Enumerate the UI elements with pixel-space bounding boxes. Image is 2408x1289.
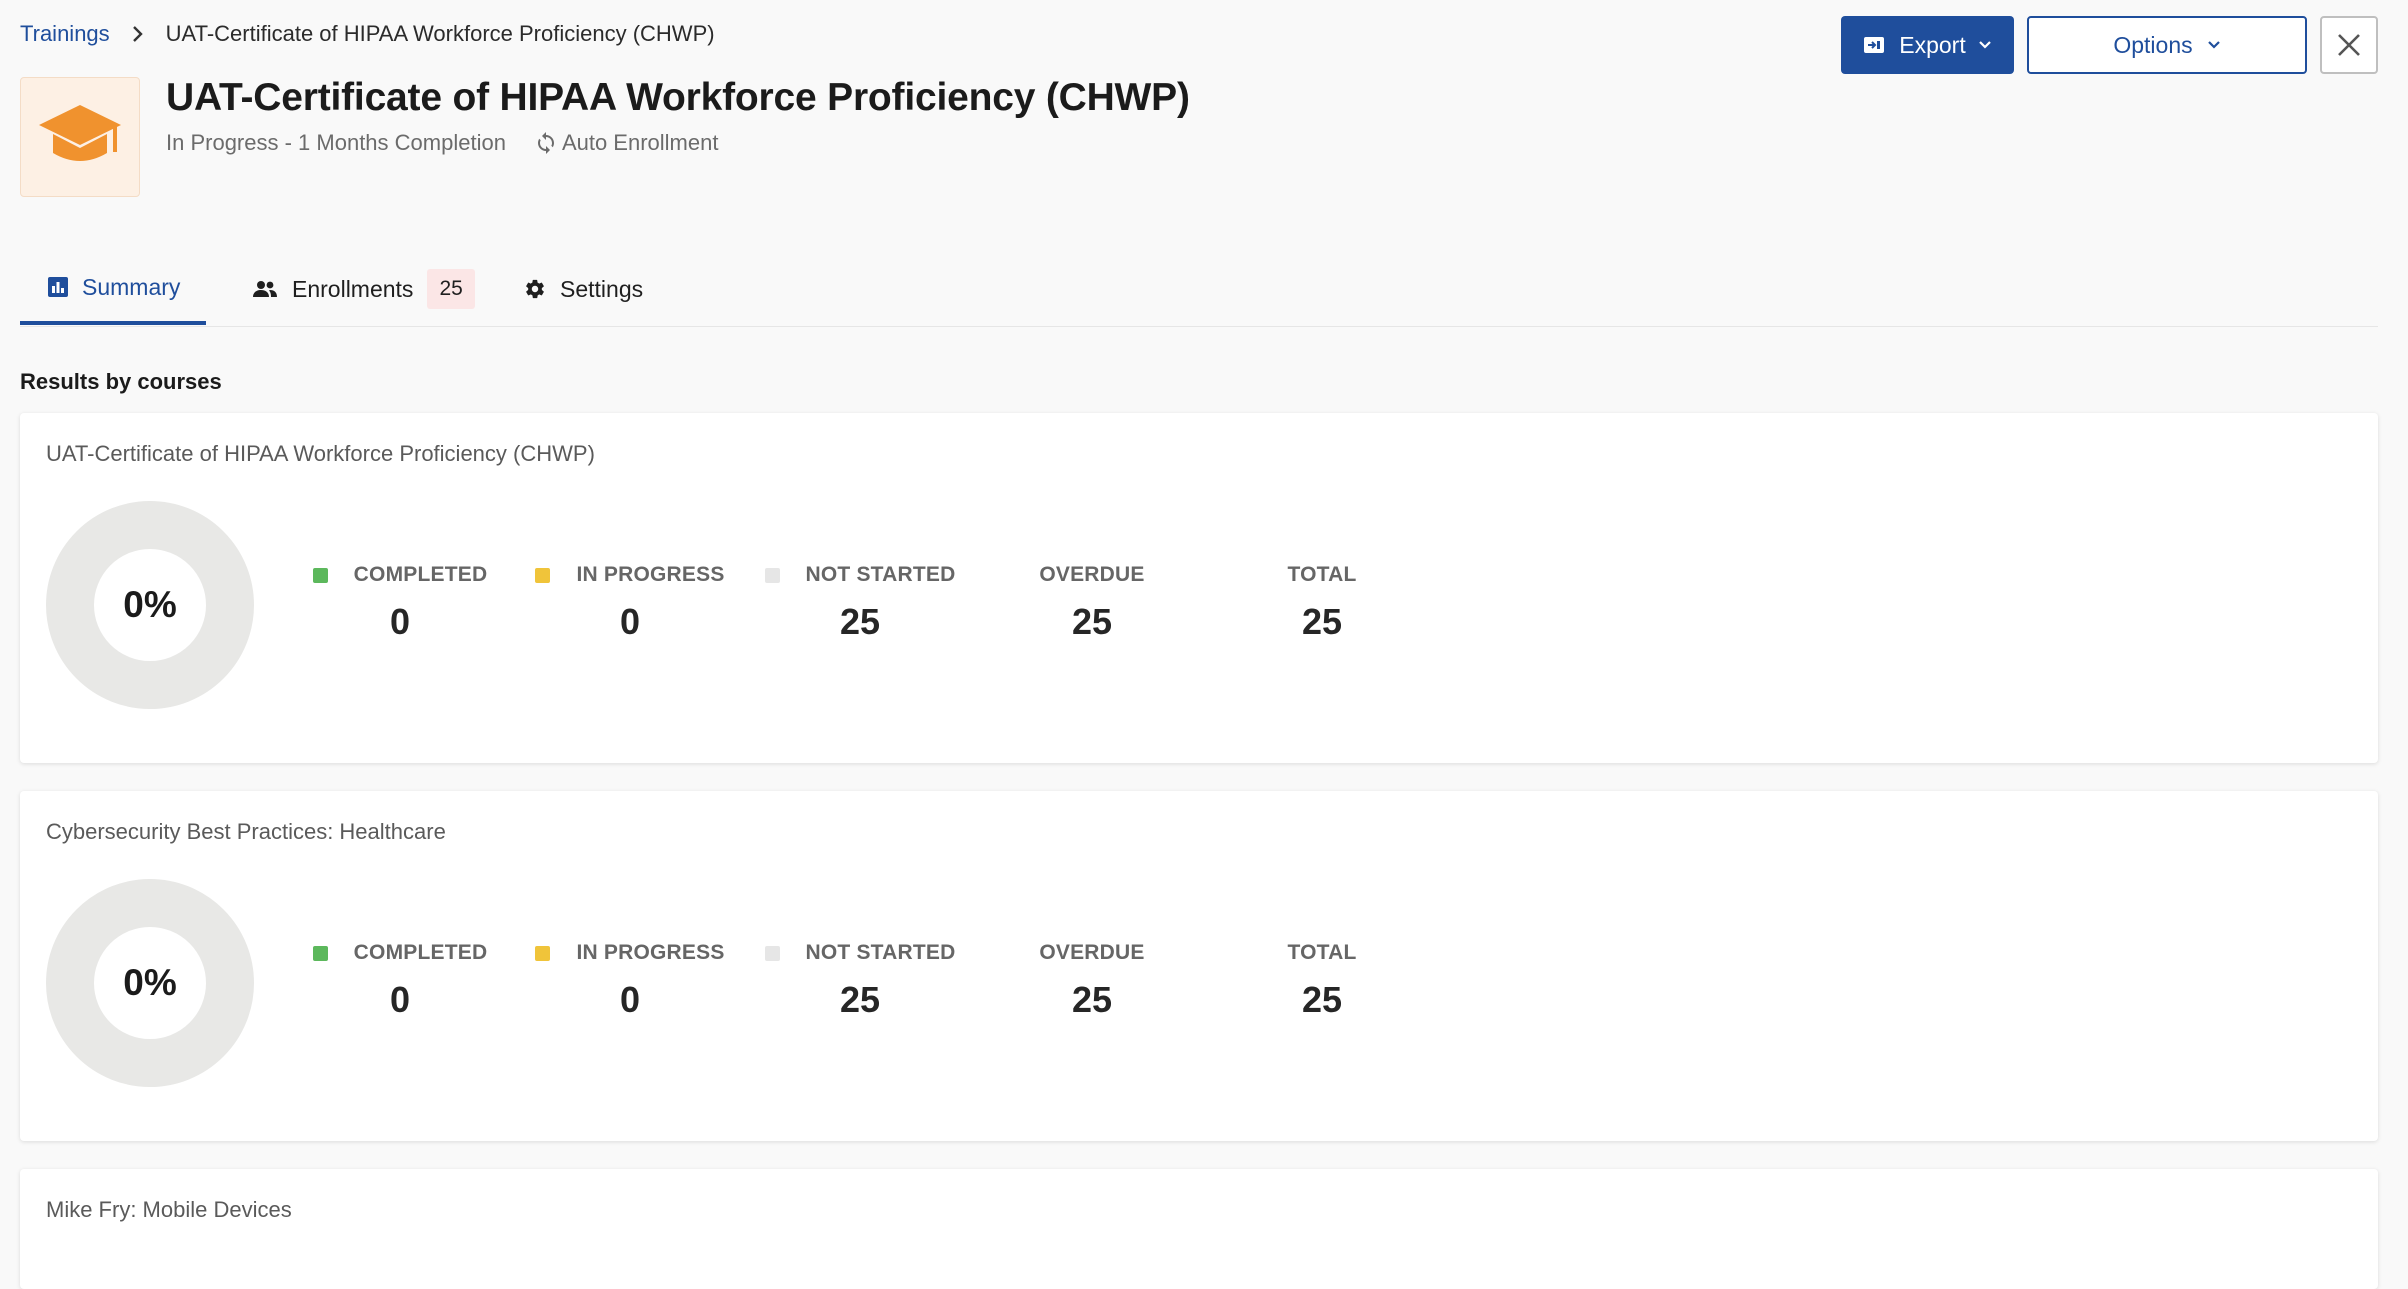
stat-total-label: TOTAL xyxy=(1287,563,1357,586)
export-button-label: Export xyxy=(1899,31,1966,58)
stat-total: TOTAL 25 xyxy=(1222,941,1422,1021)
gear-icon xyxy=(526,279,544,299)
stat-not-started-label: NOT STARTED xyxy=(805,563,956,586)
stat-overdue-value: 25 xyxy=(1071,601,1113,642)
stat-completed-value: 0 xyxy=(389,979,411,1020)
options-button[interactable]: Options xyxy=(2027,16,2307,74)
stat-overdue: OVERDUE 25 xyxy=(992,941,1192,1021)
course-card: Cybersecurity Best Practices: Healthcare… xyxy=(20,791,2378,1141)
close-button[interactable] xyxy=(2320,16,2378,74)
bar-chart-icon xyxy=(48,277,68,297)
stat-overdue: OVERDUE 25 xyxy=(992,563,1192,643)
breadcrumb: Trainings UAT-Certificate of HIPAA Workf… xyxy=(20,18,715,50)
sync-icon xyxy=(537,132,554,154)
stat-in-progress-value: 0 xyxy=(619,601,641,642)
stat-overdue-value: 25 xyxy=(1071,979,1113,1020)
completed-legend-dot xyxy=(312,945,328,961)
in-progress-legend-dot xyxy=(535,945,551,961)
breadcrumb-trainings-link[interactable]: Trainings xyxy=(20,21,110,47)
stat-total: TOTAL 25 xyxy=(1222,563,1422,643)
stat-not-started-value: 25 xyxy=(839,601,881,642)
stat-in-progress-label: IN PROGRESS xyxy=(576,563,725,586)
course-title: Mike Fry: Mobile Devices xyxy=(46,1197,292,1222)
stat-not-started-value: 25 xyxy=(839,979,881,1020)
tab-bar: Summary Enrollments 25 Settings xyxy=(20,253,2378,327)
page-title: UAT-Certificate of HIPAA Workforce Profi… xyxy=(166,76,1190,119)
auto-enrollment-label: Auto Enrollment xyxy=(561,130,719,155)
stat-completed-label: COMPLETED xyxy=(353,941,488,964)
stat-not-started: NOT STARTED 25 xyxy=(760,563,960,643)
stat-total-value: 25 xyxy=(1301,601,1343,642)
auto-enrollment: Auto Enrollment xyxy=(534,130,719,156)
tab-enrollments-label: Enrollments xyxy=(292,275,414,302)
stat-completed: COMPLETED 0 xyxy=(300,563,500,643)
in-progress-legend-dot xyxy=(535,567,551,583)
course-title: UAT-Certificate of HIPAA Workforce Profi… xyxy=(46,441,595,466)
export-button[interactable]: Export xyxy=(1841,16,2014,74)
tab-enrollments[interactable]: Enrollments 25 xyxy=(232,253,475,325)
chevron-down-icon xyxy=(2207,41,2220,49)
close-icon xyxy=(2338,34,2360,56)
not-started-legend-dot xyxy=(764,567,780,583)
export-icon xyxy=(1864,37,1885,53)
stat-overdue-label: OVERDUE xyxy=(1039,941,1145,964)
section-title: Results by courses xyxy=(20,369,222,394)
stat-in-progress-label: IN PROGRESS xyxy=(576,941,725,964)
tab-settings[interactable]: Settings xyxy=(504,253,643,325)
stat-overdue-label: OVERDUE xyxy=(1039,563,1145,586)
completion-percent: 0% xyxy=(123,584,177,625)
stat-not-started-label: NOT STARTED xyxy=(805,941,956,964)
stat-not-started: NOT STARTED 25 xyxy=(760,941,960,1021)
stat-completed: COMPLETED 0 xyxy=(300,941,500,1021)
options-button-label: Options xyxy=(2113,31,2193,58)
tab-summary-label: Summary xyxy=(82,273,181,300)
course-card: Mike Fry: Mobile Devices xyxy=(20,1169,2378,1289)
stat-in-progress-value: 0 xyxy=(619,979,641,1020)
stat-in-progress: IN PROGRESS 0 xyxy=(530,941,730,1021)
training-status: In Progress - 1 Months Completion xyxy=(166,130,506,155)
enrollments-count-badge: 25 xyxy=(427,269,475,309)
stat-total-value: 25 xyxy=(1301,979,1343,1020)
breadcrumb-current: UAT-Certificate of HIPAA Workforce Profi… xyxy=(165,21,715,46)
stat-in-progress: IN PROGRESS 0 xyxy=(530,563,730,643)
tab-summary[interactable]: Summary xyxy=(20,253,206,325)
chevron-down-icon xyxy=(1978,41,1991,49)
people-icon xyxy=(253,281,277,297)
graduation-cap-icon xyxy=(39,105,121,161)
stat-total-label: TOTAL xyxy=(1287,941,1357,964)
stat-completed-value: 0 xyxy=(389,601,411,642)
course-card: UAT-Certificate of HIPAA Workforce Profi… xyxy=(20,413,2378,763)
completion-percent: 0% xyxy=(123,962,177,1003)
training-icon-tile xyxy=(20,77,140,197)
chevron-right-icon xyxy=(132,25,144,43)
not-started-legend-dot xyxy=(764,945,780,961)
stat-completed-label: COMPLETED xyxy=(353,563,488,586)
tab-settings-label: Settings xyxy=(560,275,644,302)
course-title: Cybersecurity Best Practices: Healthcare xyxy=(46,819,446,844)
training-subtitle: In Progress - 1 Months Completion Auto E… xyxy=(166,130,718,156)
completed-legend-dot xyxy=(312,567,328,583)
